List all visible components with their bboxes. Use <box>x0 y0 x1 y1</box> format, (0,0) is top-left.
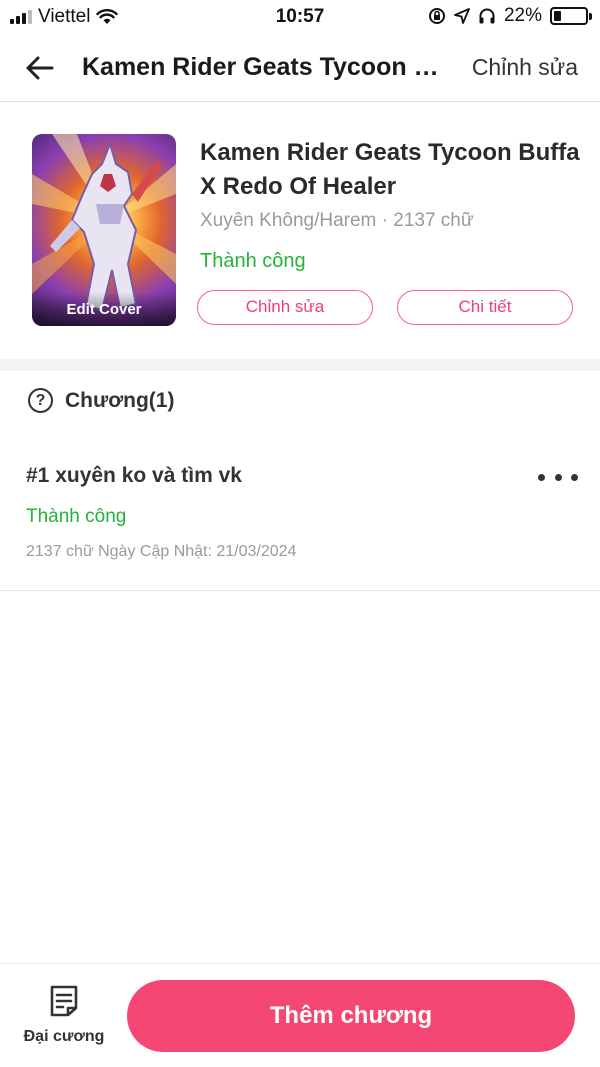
book-info: Edit Cover Kamen Rider Geats Tycoon Buff… <box>0 103 600 359</box>
battery-percent: 22% <box>503 5 542 26</box>
chapters-header: ? Chương(1) <box>28 388 174 413</box>
book-cover[interactable]: Edit Cover <box>32 134 176 326</box>
chapter-row[interactable]: #1 xuyên ko và tìm vk Thành công 2137 ch… <box>0 450 600 590</box>
edit-cover-button[interactable]: Edit Cover <box>32 292 176 326</box>
status-bar: Viettel 10:57 22% <box>0 0 600 34</box>
headphones-icon <box>479 8 495 24</box>
battery-icon <box>550 7 592 25</box>
book-title: Kamen Rider Geats Tycoon Buffa X Redo Of… <box>200 139 580 200</box>
book-detail-button[interactable]: Chi tiết <box>397 290 573 325</box>
book-status: Thành công <box>200 250 306 272</box>
bottom-bar: Đại cương Thêm chương <box>0 963 600 1067</box>
nav-bar: Kamen Rider Geats Tycoon Buffa X Redo Of… <box>0 34 600 102</box>
outline-label: Đại cương <box>23 1028 105 1045</box>
back-arrow-icon <box>26 56 54 80</box>
nav-edit-button[interactable]: Chỉnh sửa <box>472 54 578 81</box>
orientation-lock-icon <box>428 8 445 24</box>
chapter-status: Thành công <box>26 506 127 527</box>
page-title: Kamen Rider Geats Tycoon Buffa X Redo Of… <box>82 53 442 81</box>
screen: Viettel 10:57 22% Kamen Rider Geats Tyco… <box>0 0 600 1067</box>
location-icon <box>454 8 470 24</box>
status-right: 22% <box>428 5 592 27</box>
add-chapter-button[interactable]: Thêm chương <box>127 980 575 1052</box>
chapter-meta: 2137 chữ Ngày Cập Nhật: 21/03/2024 <box>26 543 297 560</box>
chapter-title: #1 xuyên ko và tìm vk <box>26 464 242 487</box>
section-divider <box>0 359 600 371</box>
back-button[interactable] <box>22 50 58 86</box>
book-meta: Xuyên Không/Harem · 2137 chữ <box>200 210 474 231</box>
chapter-item: #1 xuyên ko và tìm vk Thành công 2137 ch… <box>0 450 600 591</box>
outline-button[interactable]: Đại cương <box>18 984 110 1054</box>
help-icon[interactable]: ? <box>28 388 53 413</box>
more-options-icon[interactable] <box>538 464 578 490</box>
chapters-title: Chương(1) <box>65 388 175 412</box>
battery-fill <box>554 11 561 21</box>
edit-book-button[interactable]: Chỉnh sửa <box>197 290 373 325</box>
document-icon <box>50 985 78 1017</box>
